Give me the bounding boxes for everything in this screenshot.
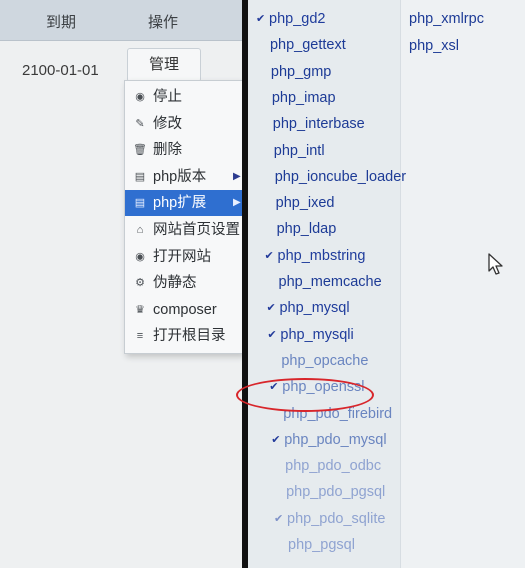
home-page-icon: ⌂ [136,224,144,236]
extension-item[interactable]: ✔ php_pdo_mysql [271,427,421,453]
check-icon: ✔ [256,13,266,25]
extension-item[interactable]: php_pdo_pgsql [273,479,423,505]
extension-name: php_mbstring [277,247,366,264]
extension-item[interactable]: php_pgsql [275,532,425,558]
extension-item[interactable]: php_gmp [258,59,408,85]
edit-icon: ✎ [135,117,145,130]
extension-name: php_imap [271,89,336,106]
menu-item-edit[interactable]: ✎ 修改 [125,111,243,137]
extension-item[interactable]: php_ixed [263,190,413,216]
extension-item[interactable]: php_xmlrpc [409,11,484,27]
extension-name: php_mysqli [280,326,354,343]
check-icon: ✔ [271,433,281,446]
menu-item-label: 修改 [153,115,182,132]
extension-item[interactable]: php_xsl [409,38,459,54]
extension-item[interactable]: php_intl [261,138,411,164]
extension-item[interactable]: ✔ php_mbstring [265,243,415,269]
extension-name: php_opcache [281,352,369,369]
extension-name: php_pdo_pgsql [286,484,386,501]
menu-item-php-extension[interactable]: ▤ php扩展 ▶ [125,190,243,217]
extension-name: php_pdo_sqlite [287,510,386,527]
menu-item-label: 打开网站 [153,248,211,265]
menu-item-open-site[interactable]: ◉ 打开网站 [125,244,243,270]
manage-button[interactable]: 管理 [127,48,201,82]
menu-item-label: 打开根目录 [153,328,226,345]
check-icon: ✔ [274,512,284,525]
check-icon: ✔ [266,302,276,315]
site-context-menu: ◉ 停止 ✎ 修改 🗑 删除 ▤ php版本 ▶ ▤ php扩展 ▶ ⌂ 网站首页设置 ◉ 打开网站 ⚙ 伪静态 ♛… [124,80,243,354]
menu-item-label: 删除 [153,142,182,159]
submenu-arrow-icon: ▶ [233,197,241,209]
menu-item-label: 停止 [153,89,182,105]
column-header-expire: 到期 [46,14,77,31]
extension-name: php_interbase [272,116,365,133]
php-extension-list-left: ✔ php_gd2 php_gettext php_gmp php_imap php_in… [248,0,406,568]
panel-divider [242,0,248,568]
extension-item[interactable]: php_memcache [266,269,416,295]
menu-item-label: 网站首页设置 [153,222,240,238]
extension-item[interactable]: php_gettext [257,32,407,58]
extension-name: php_mysql [279,300,350,317]
mouse-cursor-icon [488,253,503,275]
check-icon: ✔ [264,249,274,262]
menu-item-stop[interactable]: ◉ 停止 [125,84,243,110]
highlight-ring-annotation [236,378,374,412]
composer-icon: ♛ [135,303,145,316]
table-header: 到期 操作 [0,0,242,41]
folder-icon: ≡ [136,330,144,343]
menu-item-php-version[interactable]: ▤ php版本 ▶ [125,164,243,190]
extension-name: php_ixed [275,195,335,212]
php-version-icon: ▤ [134,170,146,183]
extension-name: php_ioncube_loader [274,168,407,185]
menu-item-label: php版本 [153,168,207,185]
menu-item-composer[interactable]: ♛ composer [125,297,243,323]
extension-name: php_memcache [278,274,382,290]
extension-name: php_gmp [270,63,332,80]
extension-name: php_ldap [276,221,337,238]
extension-name: php_gd2 [269,11,326,27]
menu-item-label: php扩展 [153,195,207,212]
extension-name: php_intl [273,142,325,159]
extension-item[interactable]: php_imap [259,85,409,111]
menu-item-home-page[interactable]: ⌂ 网站首页设置 [125,217,243,243]
extension-item[interactable]: ✔ php_mysqli [267,322,417,348]
extension-item[interactable]: php_interbase [260,111,410,137]
submenu-arrow-icon: ▶ [233,170,241,182]
open-site-icon: ◉ [135,250,145,263]
column-header-action: 操作 [148,14,179,31]
extension-item[interactable]: php_opcache [268,348,418,374]
extension-item[interactable]: ✔ php_gd2 [256,6,406,32]
menu-item-label: composer [153,301,217,318]
extension-item[interactable]: php_pdo_odbc [272,453,422,479]
extension-item[interactable]: php_ldap [264,216,414,242]
extension-name: php_gettext [269,37,346,54]
menu-item-label: 伪静态 [153,275,197,292]
check-icon: ✔ [267,328,277,341]
rewrite-icon: ⚙ [135,277,145,290]
extension-item[interactable]: ✔ php_pdo_sqlite [274,506,424,532]
extension-name: php_pdo_odbc [285,458,382,475]
menu-item-rewrite[interactable]: ⚙ 伪静态 [125,270,243,296]
menu-item-delete[interactable]: 🗑 删除 [125,137,243,163]
extension-name: php_pdo_mysql [284,431,387,448]
extension-item[interactable]: ✔ php_mysql [266,295,416,321]
extension-name: php_pgsql [288,537,355,553]
menu-item-folder[interactable]: ≡ 打开根目录 [125,323,243,349]
extension-item[interactable]: php_ioncube_loader [262,164,412,190]
php-extension-icon: ▤ [134,197,146,210]
delete-icon: 🗑 [133,144,147,157]
stop-icon: ◉ [135,91,145,103]
expire-date-cell: 2100-01-01 [22,62,99,79]
